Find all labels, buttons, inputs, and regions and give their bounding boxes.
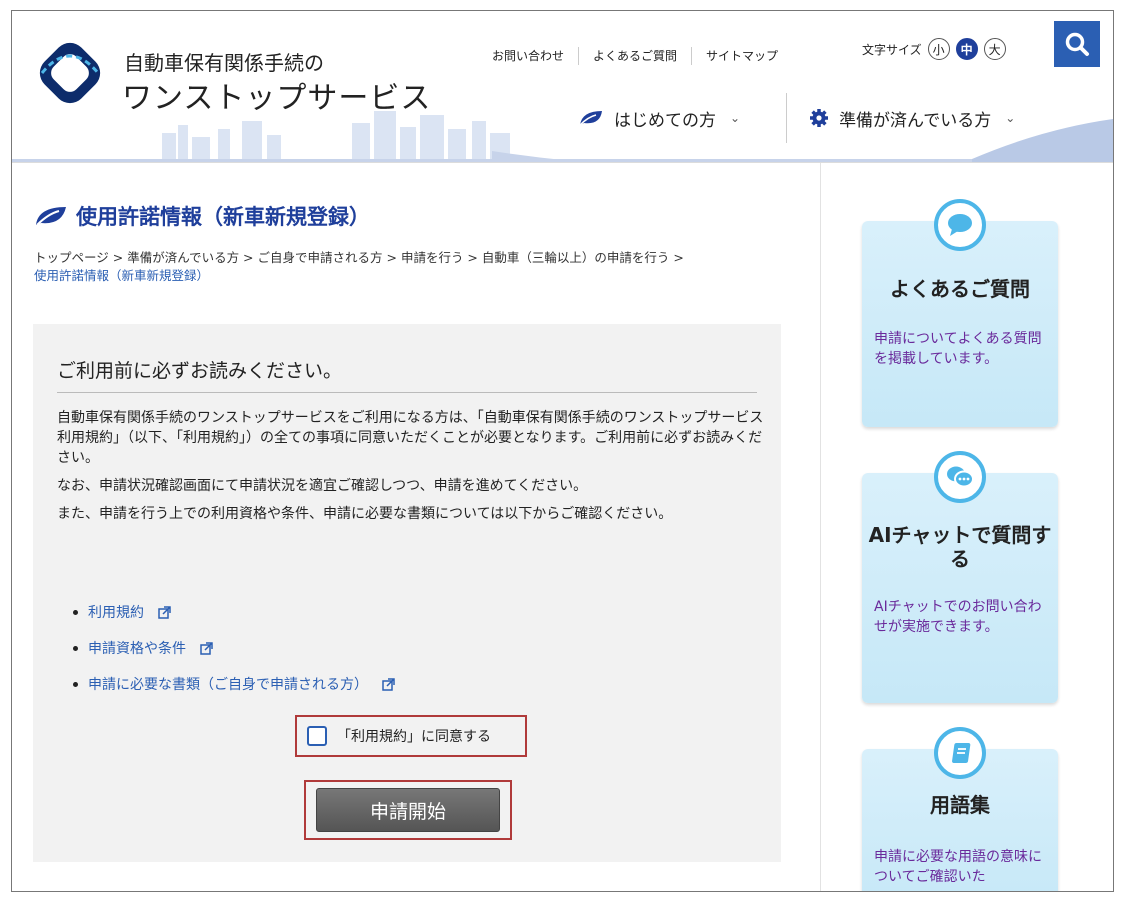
nav-first-time[interactable]: はじめての方 ⌄ <box>578 106 740 131</box>
terms-notice-panel: ご利用前に必ずお読みください。 自動車保有関係手続のワンストップサービスをご利用… <box>33 324 781 862</box>
eligibility-link-label[interactable]: 申請資格や条件 <box>88 638 186 658</box>
breadcrumb-separator: > <box>108 250 128 265</box>
font-size-medium-button[interactable]: 中 <box>955 38 978 60</box>
nav-prepared-label: 準備が済んでいる方 <box>839 110 992 131</box>
sitemap-link[interactable]: サイトマップ <box>692 47 792 65</box>
external-link-icon <box>382 677 395 691</box>
breadcrumb-current: 使用許諾情報（新車新規登録） <box>34 268 210 283</box>
notice-heading: ご利用前に必ずお読みください。 <box>57 360 343 382</box>
breadcrumb-separator: > <box>239 250 258 265</box>
nav-first-time-label: はじめての方 <box>614 110 716 131</box>
bullet <box>73 609 78 615</box>
glossary-card-title: 用語集 <box>930 793 990 817</box>
page-title-text: 使用許諾情報（新車新規登録） <box>76 205 370 229</box>
breadcrumb-item[interactable]: ご自身で申請される方 <box>258 250 383 265</box>
logo-diamond-icon <box>39 42 101 104</box>
chat-bubbles-icon <box>934 451 986 503</box>
leaf-icon <box>579 111 602 126</box>
start-button-highlight: 申請開始 <box>304 780 512 840</box>
leaf-icon <box>36 207 66 226</box>
nav-divider <box>786 93 788 143</box>
external-link-icon <box>200 641 213 655</box>
faq-card-title: よくあるご質問 <box>890 277 1030 301</box>
breadcrumb: トップページ > 準備が済んでいる方 > ご自身で申請される方 > 申請を行う … <box>34 249 774 285</box>
bullet <box>73 645 78 651</box>
start-application-button[interactable]: 申請開始 <box>316 788 500 832</box>
required-documents-link[interactable]: 申請に必要な書類（ご自身で申請される方） <box>73 674 395 694</box>
contact-link[interactable]: お問い合わせ <box>478 47 580 65</box>
utility-nav: お問い合わせ よくあるご質問 サイトマップ <box>478 47 792 65</box>
glossary-card-text: 申請に必要な用語の意味についてご確認いた <box>874 849 1042 885</box>
site-name-line1: 自動車保有関係手続の <box>124 51 324 75</box>
notice-paragraph: なお、申請状況確認画面にて申請状況を適宜ご確認しつつ、申請を進めてください。 <box>57 478 588 494</box>
chevron-down-icon: ⌄ <box>1005 111 1016 125</box>
search-button[interactable] <box>1054 21 1100 67</box>
book-icon <box>934 727 986 779</box>
ai-chat-card-title: AIチャットで質問する <box>868 523 1052 571</box>
main-nav: はじめての方 ⌄ 準備が済んでいる方 ⌄ <box>578 93 1015 143</box>
breadcrumb-separator: > <box>463 250 482 265</box>
terms-link-label[interactable]: 利用規約 <box>88 602 144 622</box>
terms-link[interactable]: 利用規約 <box>73 602 395 622</box>
site-logo[interactable] <box>30 33 110 113</box>
font-size-switcher: 文字サイズ 小 中 大 <box>862 38 1006 60</box>
external-link-icon <box>158 605 171 619</box>
glossary-card[interactable]: 用語集 申請に必要な用語の意味についてご確認いた <box>862 727 1058 891</box>
required-documents-link-label[interactable]: 申請に必要な書類（ご自身で申請される方） <box>88 674 368 694</box>
notice-body: 自動車保有関係手続のワンストップサービスをご利用になる方は、「自動車保有関係手続… <box>57 408 767 532</box>
divider <box>57 392 757 393</box>
faq-card-text: 申請についてよくある質問を掲載しています。 <box>874 331 1042 367</box>
chevron-down-icon: ⌄ <box>730 111 741 125</box>
search-icon <box>1065 32 1089 56</box>
breadcrumb-item[interactable]: 自動車（三輪以上）の申請を行う <box>482 250 670 265</box>
faq-link[interactable]: よくあるご質問 <box>579 47 693 65</box>
speech-bubble-icon <box>934 199 986 251</box>
gear-icon <box>810 109 829 127</box>
site-header: 自動車保有関係手続の ワンストップサービス お問い合わせ よくあるご質問 サイト… <box>12 11 1113 163</box>
bullet <box>73 681 78 687</box>
faq-card[interactable]: よくあるご質問 申請についてよくある質問を掲載しています。 <box>862 199 1058 427</box>
breadcrumb-item[interactable]: 申請を行う <box>401 250 464 265</box>
reference-links: 利用規約 申請資格や条件 申請に必要な書類（ご自身で申請される方） <box>73 602 395 710</box>
ai-chat-card-text: AIチャットでのお問い合わせが実施できます。 <box>874 599 1042 635</box>
font-size-large-button[interactable]: 大 <box>983 38 1006 60</box>
breadcrumb-separator: > <box>669 250 684 265</box>
eligibility-link[interactable]: 申請資格や条件 <box>73 638 395 658</box>
agree-terms-checkbox-group[interactable]: 「利用規約」に同意する <box>295 715 527 757</box>
agree-terms-checkbox[interactable] <box>307 726 327 746</box>
browser-viewport: 自動車保有関係手続の ワンストップサービス お問い合わせ よくあるご質問 サイト… <box>11 10 1114 892</box>
notice-paragraph: 自動車保有関係手続のワンストップサービスをご利用になる方は、「自動車保有関係手続… <box>57 410 764 466</box>
font-size-label: 文字サイズ <box>862 42 922 57</box>
ai-chat-card[interactable]: AIチャットで質問する AIチャットでのお問い合わせが実施できます。 <box>862 451 1058 703</box>
site-name-line2: ワンストップサービス <box>122 81 432 116</box>
font-size-small-button[interactable]: 小 <box>927 38 950 60</box>
agree-terms-label[interactable]: 「利用規約」に同意する <box>337 726 491 746</box>
breadcrumb-item[interactable]: トップページ <box>34 250 109 265</box>
breadcrumb-separator: > <box>382 250 401 265</box>
breadcrumb-item[interactable]: 準備が済んでいる方 <box>127 250 239 265</box>
page-title: 使用許諾情報（新車新規登録） <box>34 201 370 231</box>
notice-paragraph: また、申請を行う上での利用資格や条件、申請に必要な書類については以下からご確認く… <box>57 506 673 522</box>
sidebar-divider <box>820 163 821 891</box>
nav-prepared[interactable]: 準備が済んでいる方 ⌄ <box>809 106 1015 131</box>
